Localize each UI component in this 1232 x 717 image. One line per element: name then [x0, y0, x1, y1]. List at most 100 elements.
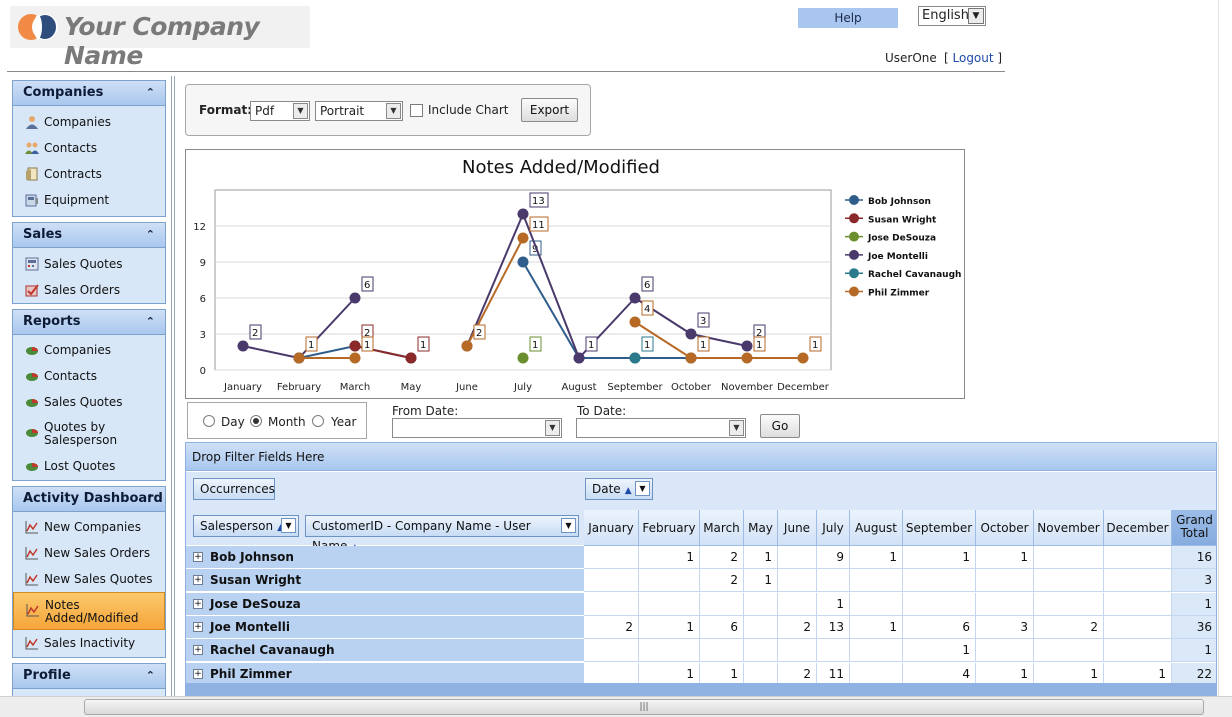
order-check-icon — [25, 284, 39, 297]
x-tick-label: November — [721, 382, 774, 393]
x-tick-label: September — [607, 382, 663, 393]
sidebar-item-sales-quotes[interactable]: Sales Quotes — [13, 251, 165, 277]
panel-header-reports[interactable]: Reports ⌃ — [13, 310, 165, 335]
panel-header-companies[interactable]: Companies ⌃ — [13, 81, 165, 106]
orientation-select[interactable]: Portrait ▼ — [315, 101, 403, 121]
sidebar-splitter[interactable] — [171, 76, 175, 696]
from-date-select[interactable]: ▼ — [392, 418, 562, 438]
expand-icon[interactable]: + — [193, 598, 203, 609]
panel-header-profile[interactable]: Profile ⌃ — [13, 664, 165, 689]
table-row[interactable]: + Jose DeSouza — [186, 592, 584, 616]
occurrences-field[interactable]: Occurrences — [193, 478, 275, 500]
scrollbar-thumb[interactable]: ||| — [84, 699, 1204, 715]
sidebar-item-lost-quotes[interactable]: Lost Quotes — [13, 453, 165, 479]
sidebar-item-new-sales-orders[interactable]: New Sales Orders — [13, 540, 165, 566]
table-row[interactable]: + Bob Johnson — [186, 546, 584, 569]
help-button[interactable]: Help — [798, 8, 898, 28]
col-header-january[interactable]: January — [584, 510, 639, 546]
sidebar-item-report-companies[interactable]: Companies — [13, 337, 165, 363]
chevron-down-icon[interactable]: ▼ — [968, 8, 984, 24]
sidebar-item-companies[interactable]: Companies — [13, 109, 165, 135]
table-cell — [778, 639, 817, 663]
sidebar-item-quotes-by-salesperson[interactable]: Quotes by Salesperson — [13, 415, 165, 453]
expand-icon[interactable]: + — [193, 668, 203, 679]
col-header-august[interactable]: August — [850, 510, 903, 546]
logo-mark-icon — [18, 14, 58, 40]
date-field[interactable]: Date ▲ ▼ — [585, 478, 653, 500]
collapse-icon[interactable]: ⌃ — [146, 664, 155, 688]
filter-dropdown-icon[interactable]: ▼ — [561, 518, 576, 533]
radio-day[interactable] — [203, 415, 215, 427]
col-header-november[interactable]: November — [1034, 510, 1104, 546]
table-row[interactable]: + Rachel Cavanaugh — [186, 639, 584, 663]
row-label: Phil Zimmer — [210, 666, 292, 681]
legend-swatch — [849, 213, 859, 224]
panel-header-activity-dashboard[interactable]: Activity Dashboard ⌃ — [13, 487, 165, 512]
table-row[interactable]: + Susan Wright — [186, 569, 584, 593]
sidebar-item-new-sales-quotes[interactable]: New Sales Quotes — [13, 566, 165, 592]
sidebar-item-equipment[interactable]: Equipment — [13, 187, 165, 213]
col-header-october[interactable]: October — [976, 510, 1034, 546]
filter-dropdown-icon[interactable]: ▼ — [635, 481, 650, 496]
col-header-july[interactable]: July — [817, 510, 850, 546]
collapse-icon[interactable]: ⌃ — [146, 81, 155, 105]
col-header-february[interactable]: February — [639, 510, 700, 546]
sidebar-item-sales-orders[interactable]: Sales Orders — [13, 277, 165, 303]
collapse-icon[interactable]: ⌃ — [146, 310, 155, 334]
col-header-june[interactable]: June — [778, 510, 817, 546]
data-point — [237, 340, 249, 352]
col-header-march[interactable]: March — [700, 510, 744, 546]
col-header-december[interactable]: December — [1104, 510, 1172, 546]
collapse-icon[interactable]: ⌃ — [146, 223, 155, 247]
table-cell — [1034, 592, 1104, 616]
radio-year[interactable] — [312, 415, 324, 427]
page-edge — [1218, 0, 1219, 696]
sidebar-item-report-sales-quotes[interactable]: Sales Quotes — [13, 389, 165, 415]
chevron-down-icon[interactable]: ▼ — [545, 420, 560, 436]
chevron-down-icon[interactable]: ▼ — [386, 103, 401, 119]
expand-icon[interactable]: + — [193, 575, 203, 586]
legend-swatch — [849, 286, 859, 297]
panel-header-sales[interactable]: Sales ⌃ — [13, 223, 165, 248]
drop-filter-area[interactable]: Drop Filter Fields Here — [186, 443, 1216, 471]
table-cell — [1034, 639, 1104, 663]
table-cell — [584, 569, 639, 593]
filter-dropdown-icon[interactable]: ▼ — [281, 518, 296, 533]
sidebar-item-notes-added-modified[interactable]: Notes Added/Modified — [13, 592, 165, 630]
chevron-down-icon[interactable]: ▼ — [293, 103, 308, 119]
to-date-select[interactable]: ▼ — [576, 418, 746, 438]
expand-icon[interactable]: + — [193, 645, 203, 656]
radio-month[interactable] — [250, 415, 262, 427]
export-button[interactable]: Export — [521, 98, 578, 122]
horizontal-scrollbar[interactable]: ||| — [0, 696, 1232, 717]
expand-icon[interactable]: + — [193, 552, 203, 562]
collapse-icon[interactable]: ⌃ — [146, 487, 155, 511]
table-row[interactable]: + Joe Montelli — [186, 615, 584, 639]
sidebar-item-contracts[interactable]: Contracts — [13, 161, 165, 187]
include-chart-checkbox[interactable] — [410, 104, 423, 117]
go-button[interactable]: Go — [760, 414, 800, 438]
table-cell — [639, 592, 700, 616]
legend-swatch — [849, 231, 859, 242]
language-select[interactable]: English ▼ — [918, 6, 986, 26]
legend-label: Rachel Cavanaugh — [868, 270, 961, 280]
expand-icon[interactable]: + — [193, 621, 203, 632]
chevron-down-icon[interactable]: ▼ — [729, 420, 744, 436]
customer-field[interactable]: CustomerID - Company Name - User Name▲ ▼ — [305, 515, 579, 553]
sidebar-item-sales-inactivity[interactable]: Sales Inactivity — [13, 630, 165, 656]
legend-label: Jose DeSouza — [867, 234, 936, 244]
col-header-grand-total[interactable]: Grand Total — [1172, 510, 1216, 546]
sidebar-item-report-contacts[interactable]: Contacts — [13, 363, 165, 389]
salesperson-field[interactable]: Salesperson▲ ▼ — [193, 515, 299, 537]
format-select[interactable]: Pdf ▼ — [250, 101, 310, 121]
sidebar-item-new-companies[interactable]: New Companies — [13, 514, 165, 540]
sidebar-item-contacts[interactable]: Contacts — [13, 135, 165, 161]
col-header-september[interactable]: September — [903, 510, 976, 546]
y-tick-label: 3 — [200, 330, 206, 341]
data-label: 13 — [532, 196, 545, 207]
sort-asc-icon[interactable]: ▲ — [625, 486, 632, 496]
data-point — [685, 328, 697, 340]
table-cell — [903, 592, 976, 616]
col-header-may[interactable]: May — [744, 510, 778, 546]
logout-link[interactable]: Logout — [953, 51, 994, 65]
